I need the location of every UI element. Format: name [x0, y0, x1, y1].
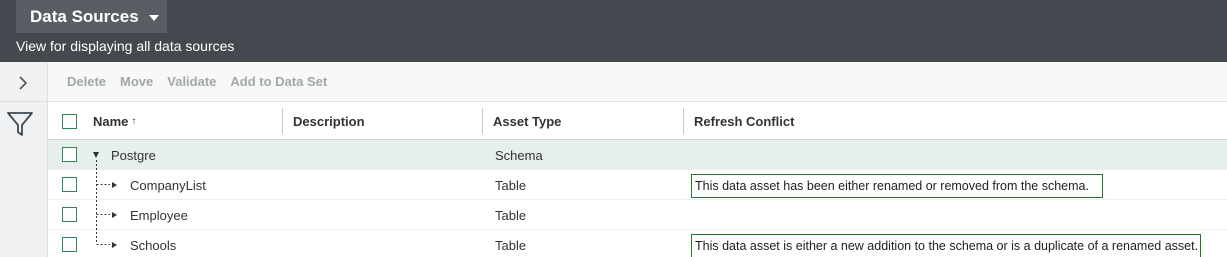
- rail-divider: [0, 101, 48, 102]
- column-description-label: Description: [293, 113, 365, 129]
- table-row[interactable]: Schools Table This data asset is either …: [48, 230, 1227, 257]
- expand-panel-button[interactable]: [14, 74, 32, 92]
- move-button[interactable]: Move: [120, 74, 153, 89]
- left-rail: [0, 62, 48, 257]
- action-toolbar: Delete Move Validate Add to Data Set: [48, 62, 1227, 102]
- expand-arrow-icon[interactable]: [112, 242, 117, 248]
- row-asset-type: Schema: [495, 147, 543, 163]
- row-checkbox[interactable]: [62, 207, 77, 222]
- column-header-name[interactable]: Name ↑: [93, 102, 136, 140]
- table-row[interactable]: Postgre Schema: [48, 140, 1227, 170]
- app-header: Data Sources View for displaying all dat…: [0, 0, 1227, 62]
- filter-button[interactable]: [6, 110, 34, 138]
- row-name: Postgre: [111, 147, 156, 163]
- data-sources-dropdown[interactable]: Data Sources: [16, 0, 167, 33]
- chevron-right-icon: [19, 76, 28, 90]
- column-resize-handle[interactable]: [482, 108, 483, 134]
- row-asset-type: Table: [495, 237, 527, 253]
- delete-button[interactable]: Delete: [67, 74, 106, 89]
- table-header: Name ↑ Description Asset Type Refresh Co…: [48, 102, 1227, 140]
- expand-arrow-icon[interactable]: [112, 212, 117, 218]
- select-all-checkbox[interactable]: [62, 114, 77, 129]
- page-subtitle: View for displaying all data sources: [16, 38, 235, 54]
- column-header-description[interactable]: Description: [293, 102, 365, 140]
- expand-arrow-icon[interactable]: [112, 182, 117, 188]
- sort-ascending-icon: ↑: [131, 115, 137, 127]
- table-row[interactable]: Employee Table: [48, 200, 1227, 230]
- validate-button[interactable]: Validate: [167, 74, 216, 89]
- tree-node: [112, 200, 117, 230]
- refresh-conflict-message: This data asset is either a new addition…: [691, 234, 1201, 257]
- column-asset-type-label: Asset Type: [493, 113, 562, 129]
- row-asset-type: Table: [495, 177, 527, 193]
- chevron-down-icon: [148, 14, 159, 21]
- tree-node: [93, 140, 99, 170]
- column-resize-handle[interactable]: [282, 108, 283, 134]
- row-checkbox[interactable]: [62, 177, 77, 192]
- table-row[interactable]: CompanyList Table This data asset has be…: [48, 170, 1227, 200]
- filter-icon: [7, 112, 33, 136]
- row-asset-type: Table: [495, 207, 527, 223]
- column-name-label: Name: [93, 113, 129, 129]
- tree-node: [112, 230, 117, 257]
- row-name: Schools: [130, 237, 177, 253]
- row-checkbox[interactable]: [62, 237, 77, 252]
- column-header-asset-type[interactable]: Asset Type: [493, 102, 561, 140]
- row-name: CompanyList: [130, 177, 206, 193]
- collapse-toggle-icon[interactable]: [93, 152, 99, 158]
- add-to-data-set-button[interactable]: Add to Data Set: [230, 74, 327, 89]
- column-resize-handle[interactable]: [683, 108, 684, 134]
- column-header-refresh-conflict[interactable]: Refresh Conflict: [694, 102, 794, 140]
- tree-node: [112, 170, 117, 200]
- row-name: Employee: [130, 207, 188, 223]
- page-title: Data Sources: [30, 6, 139, 26]
- row-checkbox[interactable]: [62, 147, 77, 162]
- column-refresh-conflict-label: Refresh Conflict: [694, 113, 795, 129]
- refresh-conflict-message: This data asset has been either renamed …: [691, 174, 1103, 198]
